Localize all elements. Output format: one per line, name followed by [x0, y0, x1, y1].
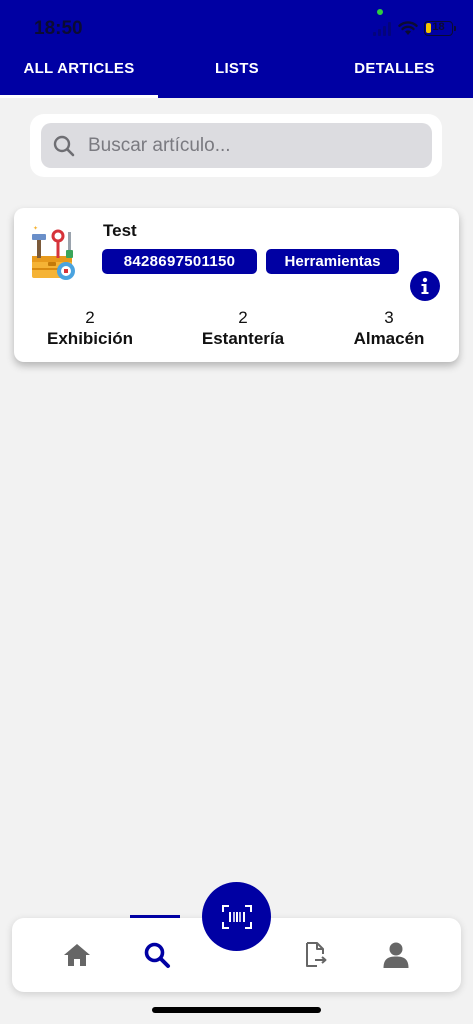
home-indicator[interactable] — [152, 1007, 321, 1013]
article-card[interactable]: ✦ Test 8428697501150 Herramientas 2 Exhi… — [14, 208, 459, 362]
article-category-badge: Herramientas — [266, 249, 399, 274]
article-name: Test — [103, 221, 137, 240]
nav-profile-button[interactable] — [376, 938, 416, 972]
stock-label: Estantería — [201, 329, 285, 348]
toolbox-icon: ✦ — [32, 225, 75, 280]
stock-value: 2 — [238, 308, 248, 327]
file-export-icon — [306, 942, 327, 967]
stock-exhibicion: 2 Exhibición — [15, 308, 165, 350]
nav-home-button[interactable] — [57, 938, 97, 972]
camera-indicator-icon — [377, 9, 383, 15]
battery-icon: 18 — [424, 21, 453, 36]
status-bar: 18:50 18 — [0, 0, 473, 50]
search-icon — [144, 942, 170, 968]
stock-almacen: 3 Almacén — [314, 308, 464, 350]
barcode-scan-icon — [221, 904, 252, 929]
tab-detalles[interactable]: DETALLES — [316, 50, 473, 98]
nav-export-button[interactable] — [296, 938, 336, 972]
active-tab-indicator — [0, 95, 158, 98]
nav-search-button[interactable] — [137, 938, 177, 972]
stock-value: 3 — [384, 308, 394, 327]
signal-icon — [373, 22, 391, 36]
home-icon — [64, 944, 90, 966]
search-container — [30, 114, 442, 177]
battery-level: 18 — [432, 21, 445, 33]
app-header: 18:50 18 ALL ARTICLES LISTS DETALLES — [0, 0, 473, 98]
stock-value: 2 — [85, 308, 95, 327]
search-icon — [53, 135, 75, 157]
info-button[interactable] — [410, 271, 440, 301]
stock-estanteria: 2 Estantería — [168, 308, 318, 350]
tab-lists[interactable]: LISTS — [158, 50, 316, 98]
tab-all-articles[interactable]: ALL ARTICLES — [0, 50, 158, 98]
article-code-badge: 8428697501150 — [102, 249, 257, 274]
search-box — [41, 123, 432, 168]
status-time: 18:50 — [34, 18, 83, 39]
top-tabs: ALL ARTICLES LISTS DETALLES — [0, 50, 473, 98]
search-input[interactable] — [88, 123, 418, 168]
scan-barcode-button[interactable] — [202, 882, 271, 951]
user-icon — [383, 942, 409, 968]
wifi-icon — [398, 21, 418, 35]
stock-label: Almacén — [353, 329, 425, 348]
info-icon — [421, 277, 429, 294]
svg-text:✦: ✦ — [33, 225, 38, 232]
stock-label: Exhibición — [47, 329, 133, 348]
nav-active-indicator — [130, 915, 180, 918]
